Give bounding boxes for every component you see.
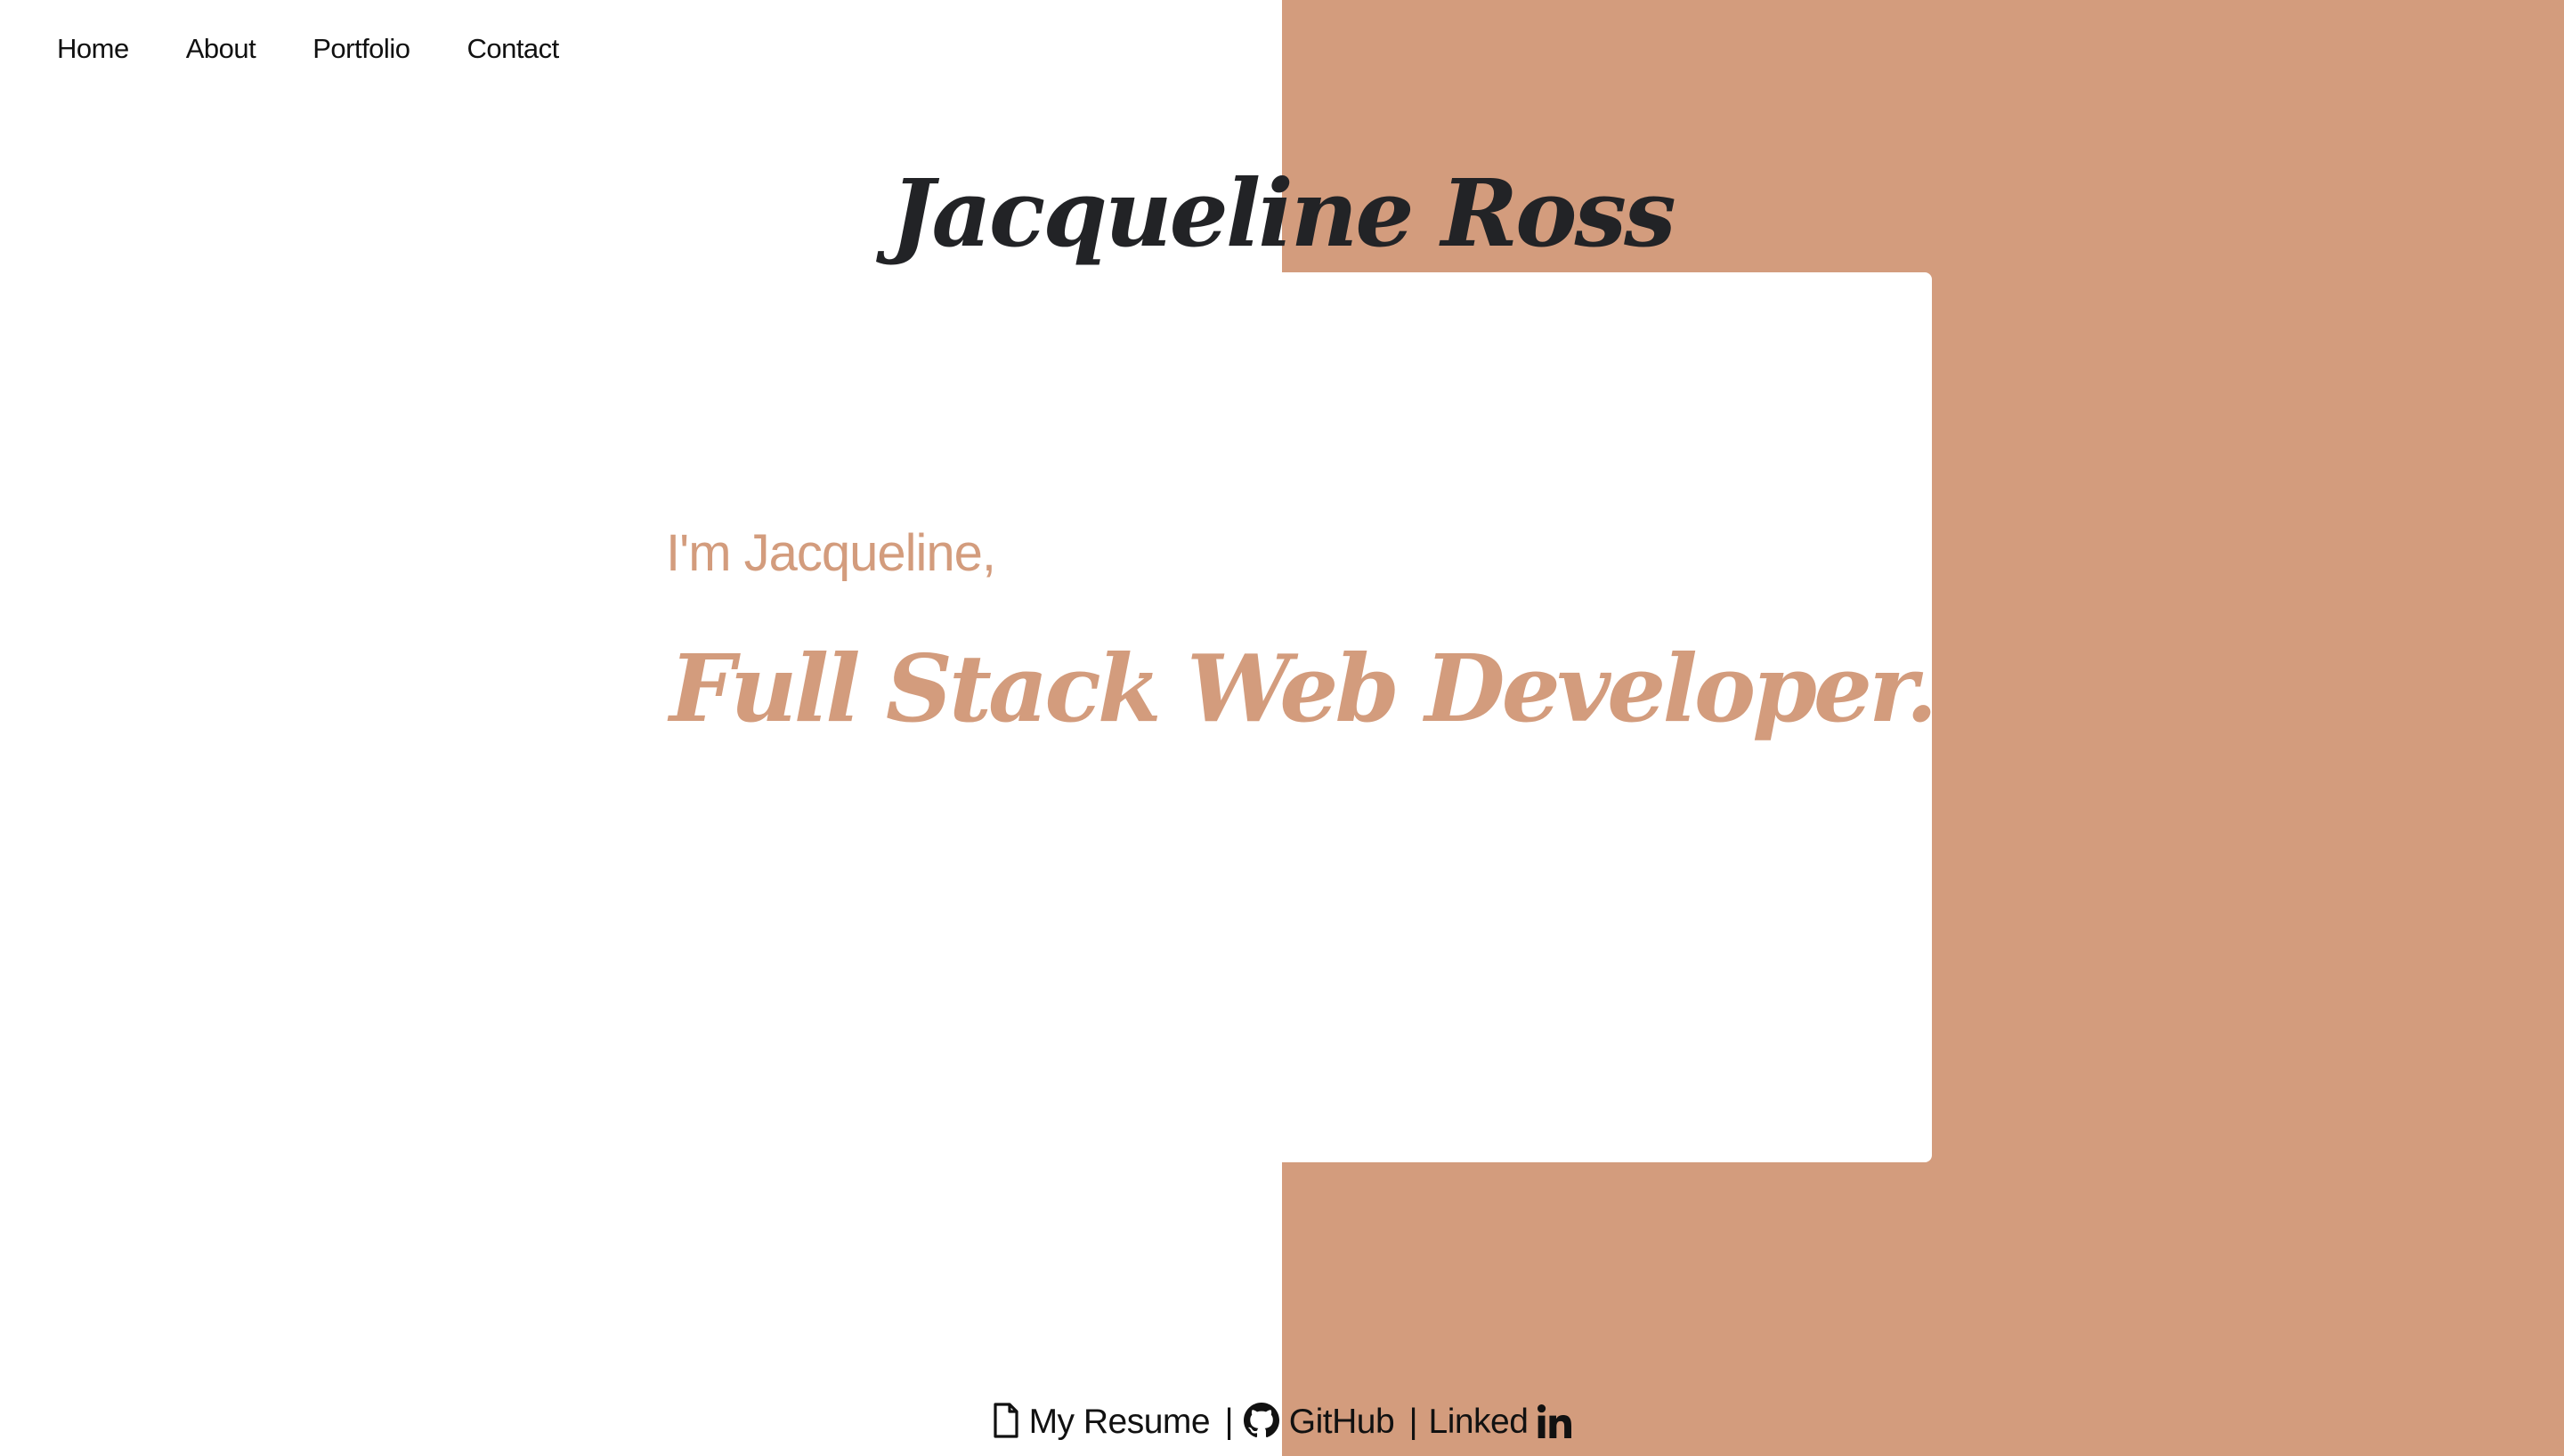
hero-role-title: Full Stack Web Developer. [669, 634, 1938, 743]
nav-link-home[interactable]: Home [57, 30, 129, 68]
footer-links: My Resume | GitHub | Linked [0, 1399, 2564, 1445]
file-icon [993, 1403, 1028, 1441]
github-link[interactable]: GitHub [1235, 1403, 1403, 1441]
top-navigation: Home About Portfolio Contact [57, 30, 616, 68]
site-title: Jacqueline Ross [890, 158, 1676, 268]
hero-greeting: I'm Jacqueline, [666, 524, 996, 582]
linkedin-in-icon [1528, 1403, 1571, 1441]
github-label: GitHub [1288, 1403, 1395, 1441]
linkedin-label: Linked [1428, 1403, 1529, 1441]
nav-link-about[interactable]: About [186, 30, 256, 68]
footer-separator: | [1408, 1403, 1418, 1441]
github-icon [1244, 1403, 1288, 1441]
nav-link-portfolio[interactable]: Portfolio [312, 30, 410, 68]
nav-link-contact[interactable]: Contact [467, 30, 559, 68]
linkedin-link[interactable]: Linked [1419, 1403, 1571, 1441]
resume-link[interactable]: My Resume [993, 1403, 1219, 1441]
resume-label: My Resume [1028, 1403, 1211, 1441]
footer-separator: | [1224, 1403, 1234, 1441]
